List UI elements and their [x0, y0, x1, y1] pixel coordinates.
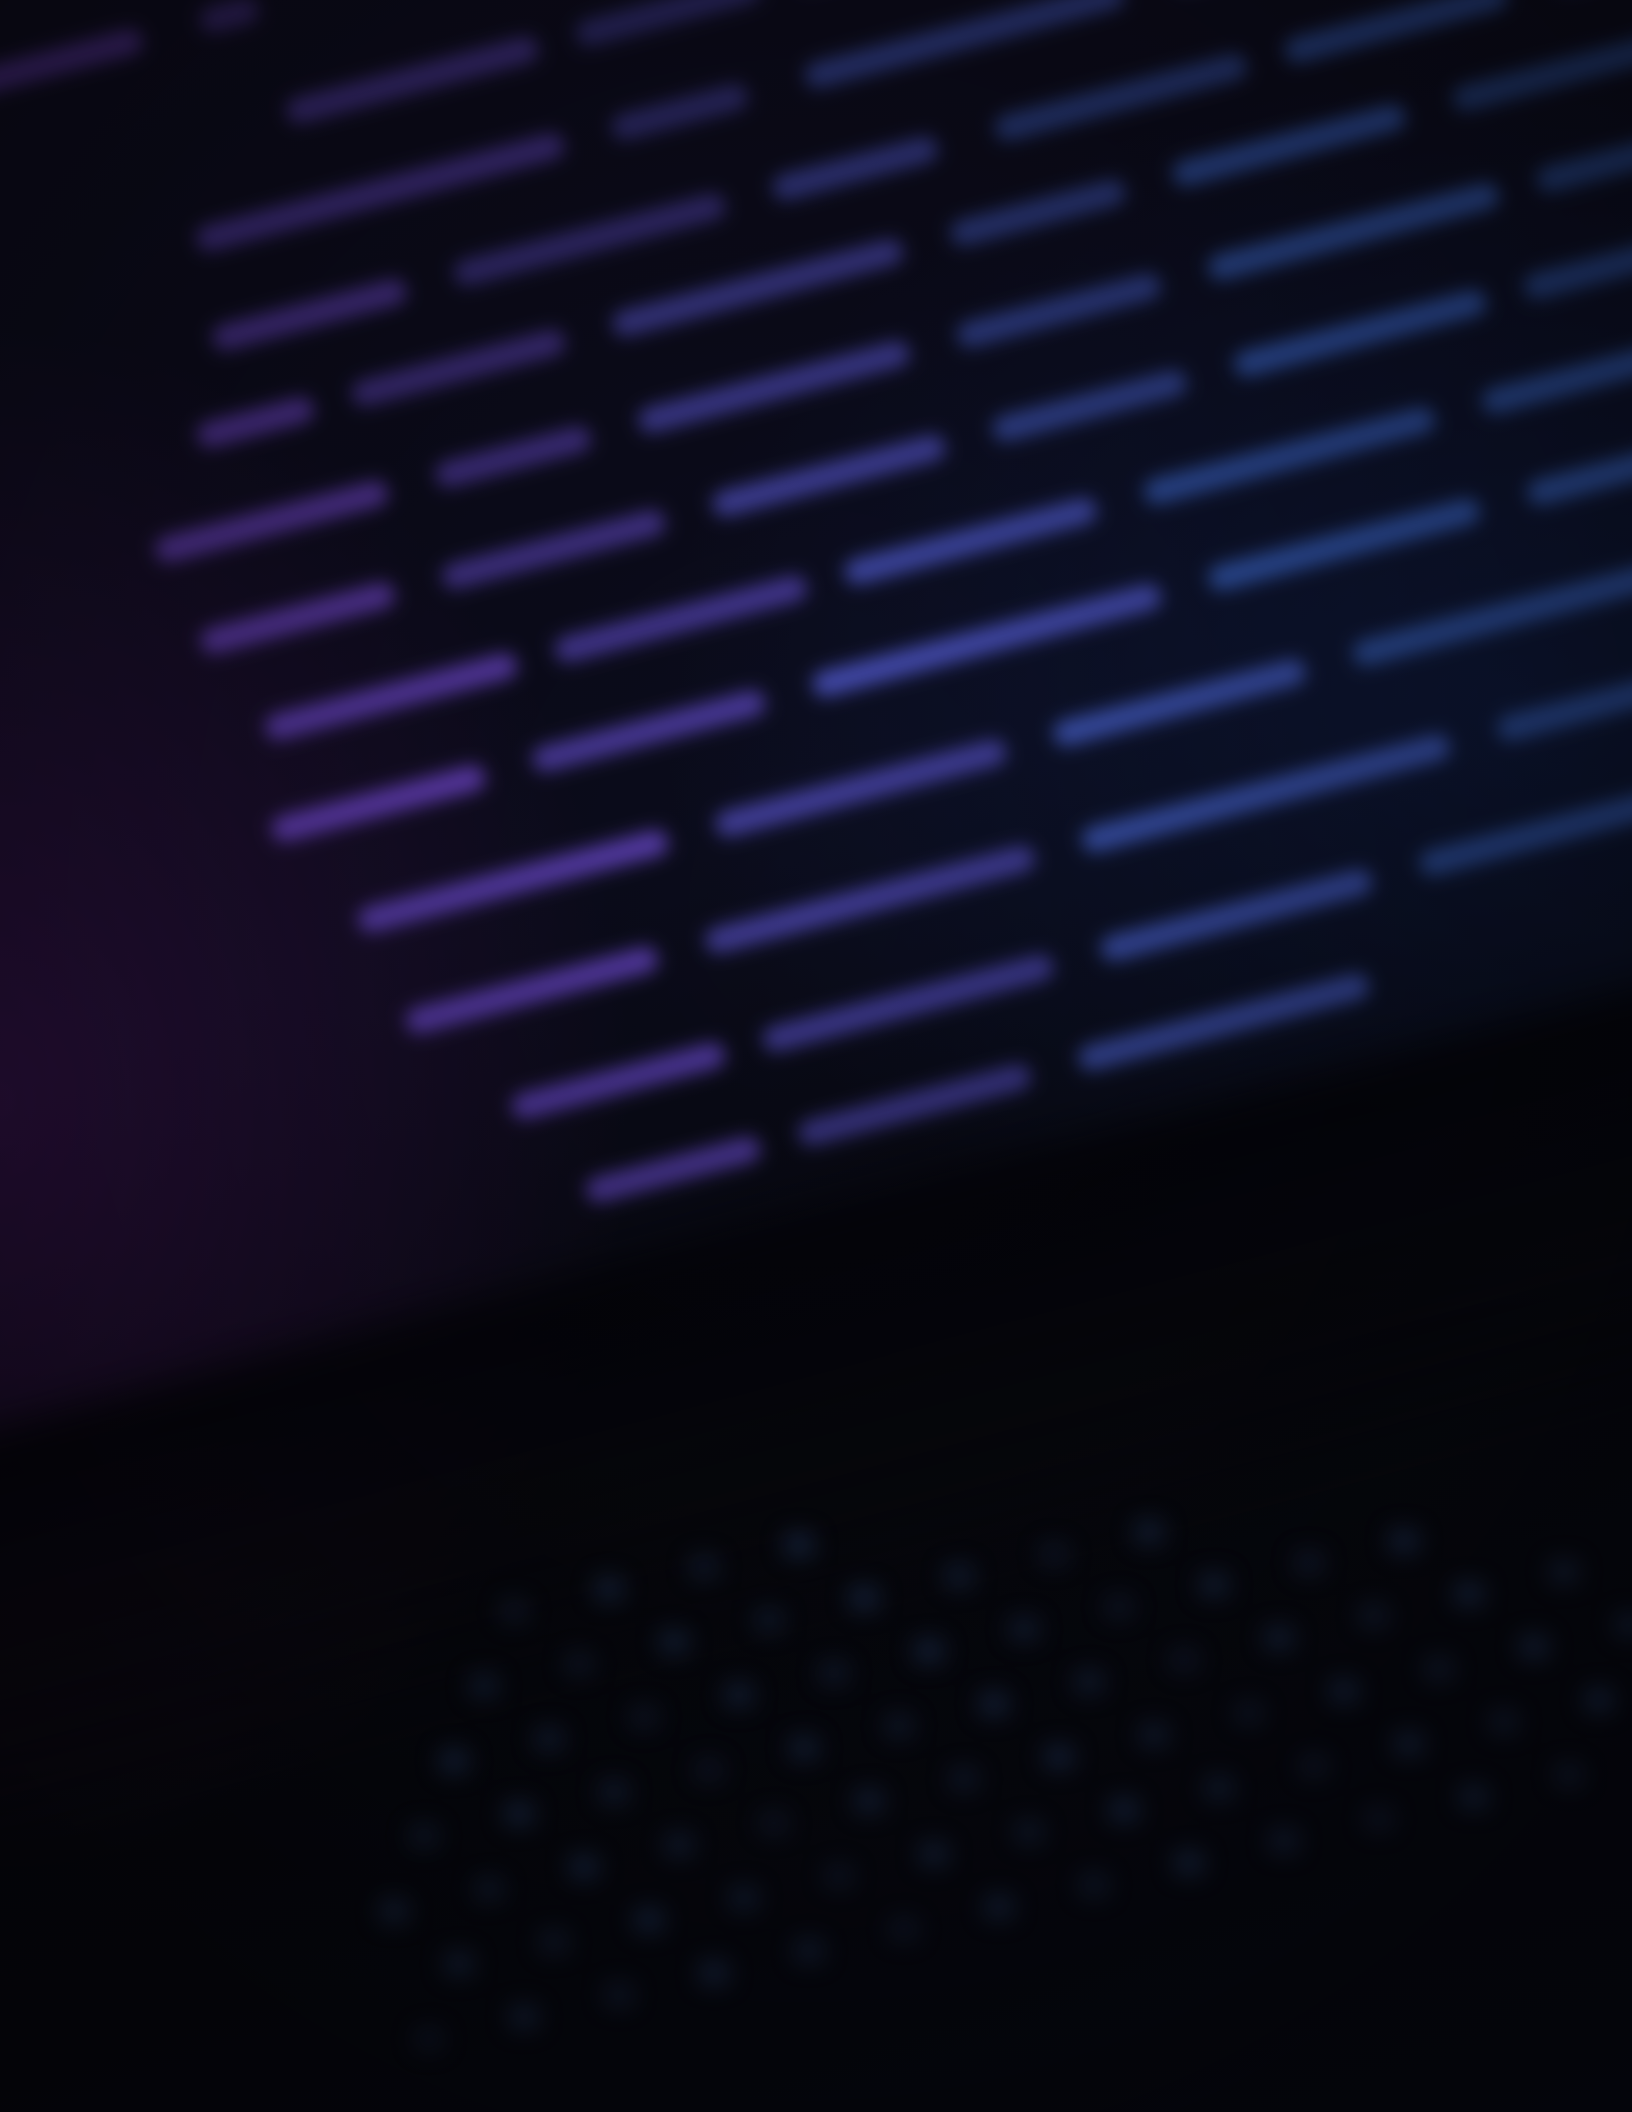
keyboard-key [1330, 1680, 1358, 1702]
keyboard-key [1395, 1733, 1423, 1755]
keyboard-key [470, 1675, 498, 1697]
keyboard-key [915, 1640, 943, 1662]
keyboard-key [1455, 1583, 1483, 1605]
keyboard-key [1205, 1777, 1233, 1799]
keyboard-key [755, 1609, 783, 1631]
keyboard-key [785, 1534, 813, 1556]
keyboard-key [825, 1865, 853, 1887]
keyboard-key [380, 1900, 408, 1922]
keyboard-key [1555, 1764, 1583, 1786]
keyboard-key [950, 1768, 978, 1790]
laptop-keyboard [0, 0, 1632, 2112]
keyboard-key [760, 1812, 788, 1834]
keyboard-key [1010, 1618, 1038, 1640]
keyboard-key [1140, 1724, 1168, 1746]
keyboard-key [890, 1918, 918, 1940]
keyboard-key [1200, 1574, 1228, 1596]
keyboard-key [500, 1600, 528, 1622]
keyboard-key [1460, 1786, 1488, 1808]
keyboard-key [1080, 1874, 1108, 1896]
keyboard-key [795, 1940, 823, 1962]
keyboard-key [630, 1706, 658, 1728]
keyboard-key [535, 1728, 563, 1750]
keyboard-key [1270, 1830, 1298, 1852]
keyboard-key [660, 1631, 688, 1653]
keyboard-key [1360, 1605, 1388, 1627]
keyboard-key [690, 1556, 718, 1578]
keyboard-key [980, 1693, 1008, 1715]
keyboard-key [605, 1984, 633, 2006]
keyboard-key [945, 1565, 973, 1587]
keyboard-key [730, 1887, 758, 1909]
keyboard-key [600, 1781, 628, 1803]
keyboard-key [1235, 1702, 1263, 1724]
keyboard-key [885, 1715, 913, 1737]
keyboard-key [725, 1684, 753, 1706]
keyboard-key [1425, 1658, 1453, 1680]
keyboard-key [1295, 1552, 1323, 1574]
keyboard-key [1040, 1543, 1068, 1565]
keyboard-key [410, 1825, 438, 1847]
keyboard-key [695, 1759, 723, 1781]
keyboard-key [920, 1843, 948, 1865]
keyboard-key [1300, 1755, 1328, 1777]
keyboard-key [1105, 1596, 1133, 1618]
keyboard-key [665, 1834, 693, 1856]
keyboard-key [1175, 1852, 1203, 1874]
keyboard-key [1110, 1799, 1138, 1821]
keyboard-key [445, 1953, 473, 1975]
photo-background [0, 0, 1632, 2112]
keyboard-key [1550, 1561, 1578, 1583]
keyboard-key [790, 1737, 818, 1759]
keyboard-key [1615, 1614, 1632, 1636]
keyboard-key [540, 1931, 568, 1953]
keyboard-key [570, 1856, 598, 1878]
keyboard-key [595, 1578, 623, 1600]
keyboard-key [510, 2006, 538, 2028]
keyboard-key [855, 1790, 883, 1812]
keyboard-key [1045, 1746, 1073, 1768]
keyboard-key [635, 1909, 663, 1931]
keyboard-key [475, 1878, 503, 1900]
keyboard-key [1015, 1821, 1043, 1843]
keyboard-key [700, 1962, 728, 1984]
keyboard-key [415, 2028, 443, 2050]
keyboard-key [440, 1750, 468, 1772]
keyboard-key [1490, 1711, 1518, 1733]
keyboard-key [1520, 1636, 1548, 1658]
keyboard-key [1390, 1530, 1418, 1552]
keyboard-key [565, 1653, 593, 1675]
keyboard-key [1365, 1808, 1393, 1830]
keyboard-key [505, 1803, 533, 1825]
keyboard-key [850, 1587, 878, 1609]
keyboard-key [1170, 1649, 1198, 1671]
keyboard-key [820, 1662, 848, 1684]
keyboard-key [1135, 1521, 1163, 1543]
keyboard-key [1265, 1627, 1293, 1649]
keyboard-key [1585, 1689, 1613, 1711]
keyboard-key [985, 1896, 1013, 1918]
keyboard-key [1075, 1671, 1103, 1693]
